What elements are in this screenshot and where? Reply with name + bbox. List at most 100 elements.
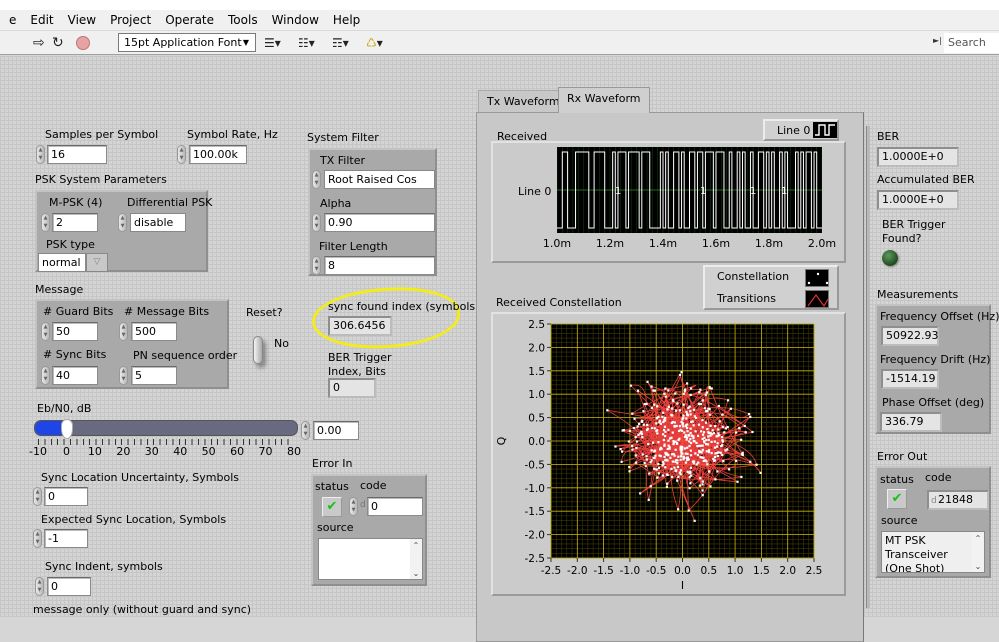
menu-project[interactable]: Project <box>103 13 158 27</box>
reset-toggle[interactable] <box>253 336 263 364</box>
constellation-point <box>676 465 680 469</box>
samples-per-symbol-stepper[interactable]: ▲ ▼ <box>36 145 45 164</box>
sync-bits-field[interactable]: 40 <box>52 366 98 385</box>
error-in-source-field[interactable]: ⌃ ⌄ <box>318 538 423 580</box>
menu-operate[interactable]: Operate <box>158 13 221 27</box>
menu-help[interactable]: Help <box>326 13 367 27</box>
constellation-point <box>661 474 664 477</box>
menu-file[interactable]: e <box>2 13 23 27</box>
digital-waveform-plot[interactable]: 1 1 1 1 <box>557 147 822 233</box>
error-out-source-scrollbar[interactable]: ⌃ ⌄ <box>972 532 984 572</box>
run-arrow-icon[interactable]: ⇨ <box>33 34 45 52</box>
error-in-code-field[interactable]: 0 <box>367 497 423 516</box>
constellation-point <box>653 403 656 406</box>
search-input[interactable]: Search <box>944 33 999 53</box>
constellation-point <box>673 424 676 428</box>
constellation-point <box>673 421 676 424</box>
psk-type-select[interactable]: normal <box>38 253 86 272</box>
message-bits-stepper[interactable]: ▲ ▼ <box>119 322 128 341</box>
m-psk-field[interactable]: 2 <box>52 213 98 232</box>
ebn0-scale-label: 50 <box>201 445 216 458</box>
sync-uncertainty-stepper[interactable]: ▲ ▼ <box>33 487 42 506</box>
distribute-objects-icon[interactable]: ☷▾ <box>298 34 315 52</box>
symbol-rate-field[interactable]: 100.00k <box>189 145 247 164</box>
tx-filter-ring[interactable]: Root Raised Cos <box>324 170 435 189</box>
ebn0-field[interactable]: 0.00 <box>313 421 359 440</box>
psk-system-cluster: M-PSK (4) ▲ ▼ 2 Differential PSK ▲ ▼ disab… <box>35 190 212 272</box>
measurements-cluster: Frequency Offset (Hz) 50922.93 Frequency… <box>875 304 999 434</box>
constellation-point <box>643 402 646 406</box>
sync-bits-stepper[interactable]: ▲ ▼ <box>41 366 50 385</box>
expected-sync-stepper[interactable]: ▲ ▼ <box>33 529 42 548</box>
sync-indent-stepper[interactable]: ▲ ▼ <box>35 577 44 596</box>
pn-order-field[interactable]: 5 <box>131 366 177 385</box>
constellation-point <box>694 430 697 433</box>
constellation-legend[interactable]: Constellation Transitions <box>703 265 839 310</box>
filter-length-stepper[interactable]: ▲ ▼ <box>312 256 321 275</box>
search-expand-icon[interactable]: ►| <box>933 36 942 45</box>
sync-uncertainty-label: Sync Location Uncertainty, Symbols <box>41 471 239 484</box>
sync-uncertainty-field[interactable]: 0 <box>44 487 88 506</box>
alpha-field[interactable]: 0.90 <box>324 213 435 232</box>
constellation-point <box>682 455 685 458</box>
pn-order-stepper[interactable]: ▲ ▼ <box>119 366 128 385</box>
constellation-point <box>682 458 685 461</box>
psk-type-dropdown-icon[interactable]: ▽ <box>86 253 108 272</box>
guard-bits-field[interactable]: 50 <box>52 322 98 341</box>
run-continuously-icon[interactable]: ↻ <box>52 34 64 52</box>
received-legend[interactable]: Line 0 <box>763 119 839 141</box>
error-in-status-checkmark-icon[interactable]: ✔ <box>322 497 342 517</box>
menu-window[interactable]: Window <box>265 13 326 27</box>
tab-rx-waveform[interactable]: Rx Waveform <box>558 87 650 113</box>
constellation-point <box>667 405 670 408</box>
message-bits-field[interactable]: 500 <box>131 322 177 341</box>
received-x-tick-label: 1.2m <box>595 237 625 250</box>
constellation-point <box>653 449 657 452</box>
constellation-y-tick-label: 2.5 <box>528 319 545 331</box>
differential-psk-ring[interactable]: disable <box>130 213 186 232</box>
font-select[interactable]: 15pt Application Font ▼ <box>118 33 256 52</box>
phase-offset-label: Phase Offset (deg) <box>882 396 985 409</box>
sync-indent-label: Sync Indent, symbols <box>45 560 163 573</box>
ebn0-slider-thumb[interactable] <box>61 419 74 439</box>
error-in-status-label: status <box>315 480 349 493</box>
constellation-point <box>652 389 655 392</box>
filter-length-field[interactable]: 8 <box>324 256 435 275</box>
differential-psk-stepper[interactable]: ▲ ▼ <box>118 213 127 232</box>
constellation-point <box>704 393 707 396</box>
symbol-rate-stepper[interactable]: ▲ ▼ <box>177 145 186 164</box>
constellation-point <box>711 429 714 432</box>
m-psk-stepper[interactable]: ▲ ▼ <box>41 213 50 232</box>
constellation-point <box>727 468 731 471</box>
alpha-stepper[interactable]: ▲ ▼ <box>312 213 321 232</box>
rx-waveform-page: Received Line 0 Line 0 1111 1.0m 1.2m 1.4m… <box>476 112 864 642</box>
constellation-plot[interactable]: -2.5 -2.0 -1.5 -1.0 -0.5 0.0 0.5 1.0 1.5 2.0 2.5 2.… <box>493 314 844 594</box>
constellation-point <box>659 446 662 450</box>
align-objects-icon[interactable]: ☰▾ <box>264 34 281 52</box>
expected-sync-field[interactable]: -1 <box>44 529 88 548</box>
tx-filter-stepper[interactable]: ▲ ▼ <box>312 170 321 189</box>
menu-view[interactable]: View <box>61 13 103 27</box>
tab-tx-waveform[interactable]: Tx Waveform <box>478 90 569 112</box>
psk-system-title: PSK System Parameters <box>35 173 167 186</box>
panel-divider <box>866 126 870 608</box>
error-in-source-scrollbar[interactable]: ⌃ ⌄ <box>410 539 422 579</box>
reorder-icon[interactable]: ♺▾ <box>366 34 383 52</box>
constellation-point <box>701 426 704 429</box>
menu-edit[interactable]: Edit <box>23 13 60 27</box>
ebn0-slider[interactable] <box>34 419 298 439</box>
constellation-point <box>680 455 683 458</box>
ebn0-scale-label: 10 <box>87 445 102 458</box>
constellation-point <box>684 461 688 464</box>
constellation-point <box>634 436 637 439</box>
ebn0-stepper[interactable]: ▲ ▼ <box>301 421 310 440</box>
constellation-point <box>673 454 676 457</box>
error-in-code-stepper[interactable]: ▲ ▼ <box>349 497 358 516</box>
constellation-point <box>669 456 672 459</box>
samples-per-symbol-field[interactable]: 16 <box>47 145 107 164</box>
abort-icon[interactable] <box>76 36 90 50</box>
menu-tools[interactable]: Tools <box>221 13 265 27</box>
resize-objects-icon[interactable]: ☶▾ <box>332 34 349 52</box>
guard-bits-stepper[interactable]: ▲ ▼ <box>41 322 50 341</box>
sync-indent-field[interactable]: 0 <box>47 577 91 596</box>
